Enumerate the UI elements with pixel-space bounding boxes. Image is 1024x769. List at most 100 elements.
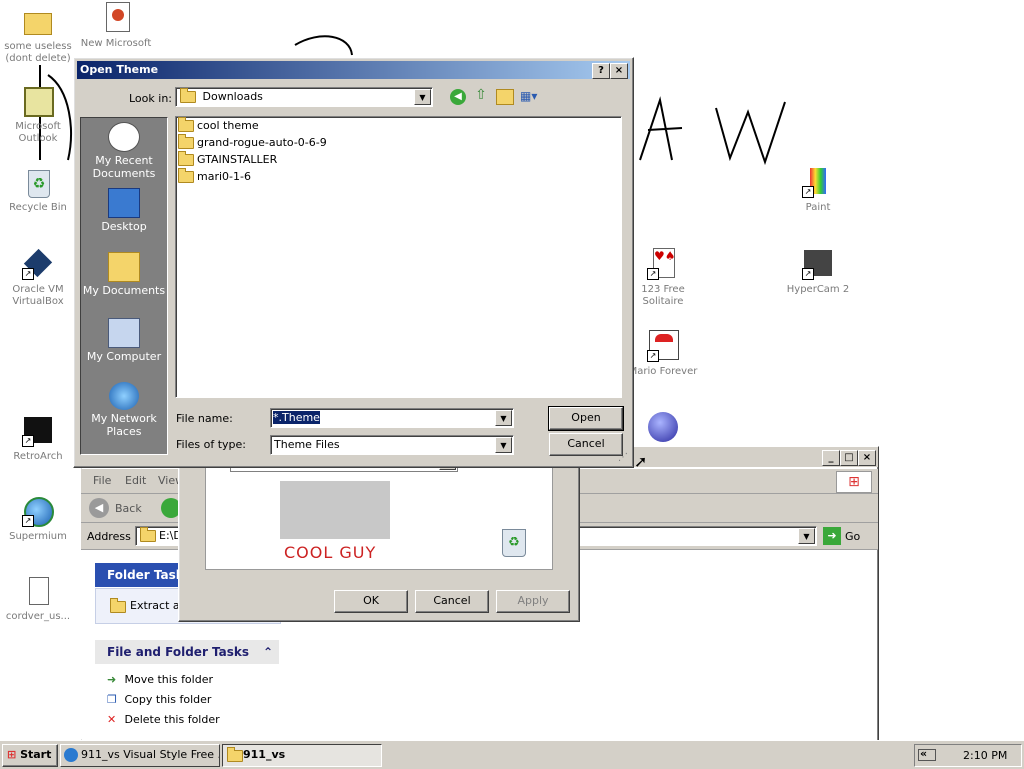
file-name-value: *.Theme [273,411,320,424]
recycle-bin-icon: ♻ [22,166,54,198]
desktop-icon [108,188,140,218]
desktop-icon-paint[interactable]: ↗ Paint [780,166,856,214]
folder-icon [178,134,194,149]
cancel-button[interactable]: Cancel [549,433,623,456]
network-places-icon [109,382,139,410]
taskbar: ⊞ Start 911_vs Visual Style Free ... 911… [0,740,1024,769]
copy-icon: ❐ [107,693,117,706]
file-item-grand-rogue-auto[interactable]: grand-rogue-auto-0-6-9 [178,134,327,151]
windows-flag-icon: ⊞ [7,748,17,761]
extract-all-link[interactable]: Extract al [130,599,183,612]
preview-recycle-icon: ♻ [502,529,526,557]
menu-file[interactable]: File [93,474,111,487]
place-network-places[interactable]: My Network Places [81,382,167,438]
back-button-label[interactable]: Back [115,502,142,515]
address-label: Address [87,530,131,543]
file-name-label: File name: [176,412,233,425]
browser-icon [64,748,78,762]
collapse-chevron-icon[interactable]: ⌃ [263,640,273,664]
desktop-icon-recycle-bin[interactable]: ♻ Recycle Bin [0,166,76,214]
folder-icon [227,747,243,762]
taskbar-item-911-vs[interactable]: 911_vs [222,744,382,767]
desktop-icon-retroarch[interactable]: ↗ RetroArch [0,415,76,463]
folder-icon [178,117,194,132]
my-documents-icon [108,252,140,282]
desktop-icon-virtualbox[interactable]: ↗ Oracle VM VirtualBox [0,248,76,308]
delete-x-icon: ✕ [107,713,117,726]
file-type-value: Theme Files [274,438,340,451]
file-name-input[interactable]: *.Theme ▼ [270,408,514,428]
places-bar: My Recent Documents Desktop My Documents… [80,117,168,455]
menu-edit[interactable]: Edit [125,474,146,487]
cancel-button[interactable]: Cancel [415,590,489,613]
place-recent-documents[interactable]: My Recent Documents [81,122,167,180]
dialog-titlebar: Open Theme ? × [77,61,630,79]
file-folder-tasks-header[interactable]: File and Folder Tasks ⌃ [95,640,279,664]
move-folder-link[interactable]: ➜ Move this folder [107,673,213,687]
desktop-icon-cordver[interactable]: cordver_us... [0,575,76,623]
resize-grip-icon[interactable]: ⋰ [618,452,630,464]
file-item-cool-theme[interactable]: cool theme [178,117,259,134]
go-arrow-icon[interactable]: ➜ [823,527,841,545]
zip-folder-icon [110,598,126,613]
look-in-dropdown-button[interactable]: ▼ [414,89,431,105]
cards-icon: ♥♠ ↗ [647,248,679,280]
desktop-icon-hypercam[interactable]: ↗ HyperCam 2 [780,248,856,296]
desktop-icon-solitaire[interactable]: ♥♠ ↗ 123 Free Solitaire [625,248,701,308]
new-folder-icon[interactable] [496,89,514,105]
delete-folder-link[interactable]: ✕ Delete this folder [107,713,220,727]
copy-folder-link[interactable]: ❐ Copy this folder [107,693,211,707]
mouse-cursor-icon: ➚ [634,452,648,471]
folder-icon [178,168,194,183]
windows-logo-icon: ⊞ [836,471,872,493]
place-my-computer[interactable]: My Computer [81,318,167,363]
outlook-icon [22,85,54,117]
minimize-button[interactable]: _ [822,450,840,466]
close-button[interactable]: × [610,63,628,79]
desktop-icon-globe[interactable] [648,412,678,442]
file-item-mari0[interactable]: mari0-1-6 [178,168,251,185]
back-arrow-icon[interactable]: ◀ [89,498,109,518]
system-tray: « 2:10 PM [914,744,1022,767]
file-name-dropdown-button[interactable]: ▼ [495,410,512,426]
back-icon[interactable]: ◀ [450,89,466,105]
open-button[interactable]: Open [548,406,624,431]
place-my-documents[interactable]: My Documents [81,252,167,297]
folder-icon [180,88,196,103]
desktop-icon-mario[interactable]: ↗ Mario Forever [625,330,701,378]
maximize-button[interactable]: □ [840,450,858,466]
file-type-dropdown-button[interactable]: ▼ [495,437,512,453]
address-dropdown-button[interactable]: ▼ [798,528,815,544]
start-button[interactable]: ⊞ Start [2,744,58,767]
document-icon [22,575,54,607]
taskbar-item-visual-style[interactable]: 911_vs Visual Style Free ... [60,744,220,767]
close-button[interactable]: × [858,450,876,466]
folder-icon [178,151,194,166]
retroarch-icon: ↗ [22,415,54,447]
desktop-icon-outlook[interactable]: Microsoft Outlook [0,85,76,145]
folder-icon [22,5,54,37]
view-menu-icon[interactable]: ▦▾ [520,89,542,103]
tray-expand-button[interactable]: « [920,747,927,760]
dialog-title: Open Theme [80,63,159,76]
virtualbox-icon: ↗ [22,248,54,280]
desktop-icon-supermium[interactable]: ↗ Supermium [0,495,76,543]
look-in-combobox[interactable]: Downloads ▼ [175,87,433,107]
desktop-icon-useless-folder[interactable]: some useless (dont delete) [0,5,76,65]
folder-icon [140,527,156,542]
clock[interactable]: 2:10 PM [963,749,1007,762]
file-item-gtainstaller[interactable]: GTAINSTALLER [178,151,277,168]
file-folder-tasks-body: ➜ Move this folder ❐ Copy this folder ✕ … [95,665,279,739]
file-type-select[interactable]: Theme Files ▼ [270,435,514,455]
desktop-icon-powerpoint[interactable]: New Microsoft [78,2,154,50]
place-desktop[interactable]: Desktop [81,188,167,233]
recent-documents-icon [108,122,140,152]
powerpoint-icon [100,2,132,34]
look-in-label: Look in: [129,92,172,105]
up-folder-icon[interactable]: ⇧ [472,87,490,105]
go-button-label[interactable]: Go [845,530,860,543]
move-icon: ➜ [107,673,117,686]
ok-button[interactable]: OK [334,590,408,613]
apply-button[interactable]: Apply [496,590,570,613]
help-button[interactable]: ? [592,63,610,79]
